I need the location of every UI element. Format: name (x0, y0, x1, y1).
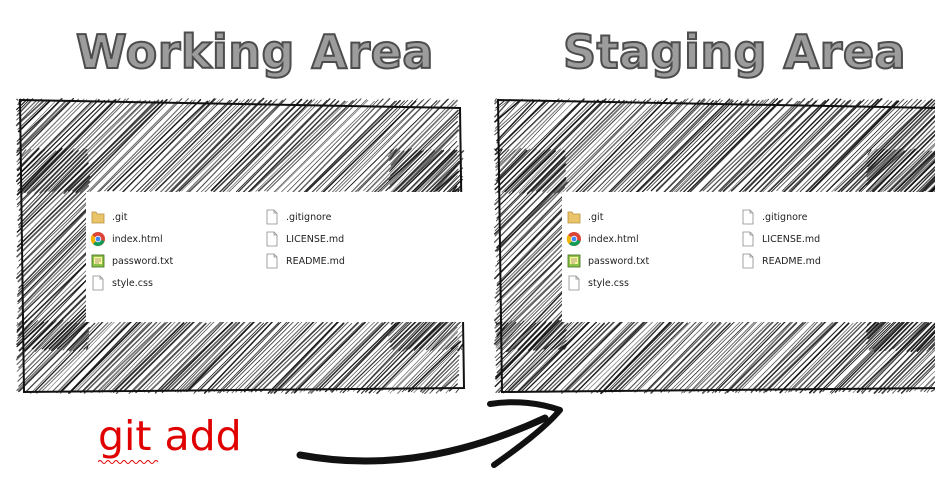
arrow-icon (296, 399, 563, 468)
